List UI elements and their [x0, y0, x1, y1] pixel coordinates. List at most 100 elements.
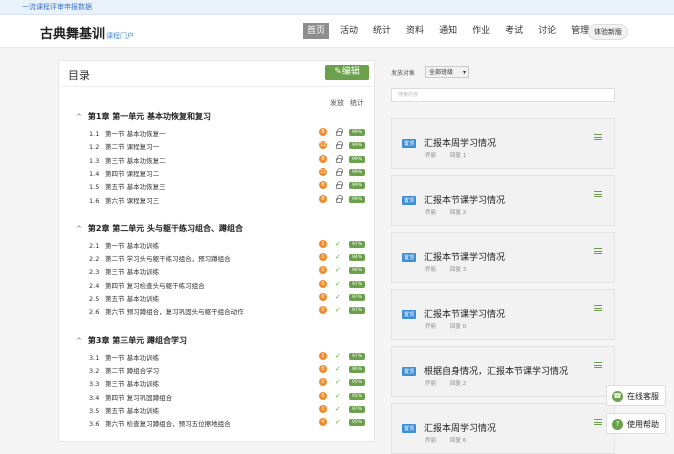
lock-icon[interactable] — [336, 194, 343, 203]
announcement-link[interactable]: 一流课程评审申报数据 — [22, 3, 92, 11]
menu-icon[interactable] — [594, 191, 602, 197]
completion-percent: 99% — [349, 142, 365, 150]
task-count-badge: 8 — [319, 154, 327, 163]
card-title[interactable]: 根据自身情况，汇报本节课学习情况 — [424, 364, 568, 377]
published-check-icon[interactable]: ✓ — [335, 418, 341, 426]
lesson-number: 3.6 — [89, 420, 100, 429]
published-check-icon[interactable]: ✓ — [335, 392, 341, 400]
discussion-card[interactable]: 置顶 根据自身情况，汇报本节课学习情况 乔丽 回复 2 — [391, 346, 615, 397]
search-input[interactable]: 搜索内容 — [391, 88, 615, 102]
chapter-title[interactable]: ^ 第1章 第一单元 基本功恢复和复习 — [76, 111, 211, 122]
lesson-item[interactable]: 2.1 第一节 基本功训练 — [89, 240, 159, 250]
edit-button[interactable]: ✎编辑 — [325, 65, 369, 80]
task-count-badge: 0 — [319, 266, 327, 275]
scope-select[interactable]: 全部班级 — [425, 66, 469, 78]
discussion-card[interactable]: 置顶 汇报本节课学习情况 乔丽 回复 3 — [391, 232, 615, 283]
lock-icon[interactable] — [336, 141, 343, 150]
lock-icon[interactable] — [336, 167, 343, 176]
lesson-number: 1.1 — [89, 130, 100, 138]
collapse-caret-icon[interactable]: ^ — [76, 113, 82, 121]
lesson-title: 第五节 基本功恢复三 — [105, 183, 166, 192]
lesson-item[interactable]: 3.2 第二节 蹲组合学习 — [89, 365, 159, 375]
lesson-item[interactable]: 3.4 第四节 复习巩固蹲组合 — [89, 392, 172, 402]
course-brand[interactable]: 古典舞基训课程门户 — [40, 23, 134, 42]
published-check-icon[interactable]: ✓ — [335, 352, 341, 360]
menu-icon[interactable] — [594, 305, 602, 311]
menu-icon[interactable] — [594, 134, 602, 140]
published-check-icon[interactable]: ✓ — [335, 266, 341, 274]
trial-new-version-button[interactable]: 体验新版 — [588, 24, 628, 40]
nav-item[interactable]: 作业 — [468, 23, 494, 39]
published-check-icon[interactable]: ✓ — [335, 253, 341, 261]
lesson-item[interactable]: 3.1 第一节 基本功训练 — [89, 352, 159, 362]
card-title[interactable]: 汇报本周学习情况 — [424, 421, 496, 434]
completion-percent: 97% — [349, 405, 365, 413]
lesson-title: 第六节 预习蹲组合，复习巩固头与躯干组合动作 — [105, 308, 244, 317]
discussion-card[interactable]: 置顶 汇报本周学习情况乔丽 回复 1 — [391, 118, 615, 169]
online-service-button[interactable]: ☎ 在线客服 — [606, 385, 666, 406]
lesson-number: 3.1 — [89, 353, 100, 362]
discussion-card[interactable]: 置顶 汇报本节课学习情况 乔丽 回复 2 — [391, 175, 615, 226]
nav-item[interactable]: 考试 — [501, 23, 527, 39]
menu-icon[interactable] — [594, 248, 602, 254]
lesson-item[interactable]: 3.5 第五节 基本功训练 — [89, 405, 159, 415]
lesson-item[interactable]: 3.6 第六节 检查复习蹲组合，预习五位擦地组合 — [89, 418, 231, 428]
completion-percent: 97% — [349, 240, 365, 248]
card-title[interactable]: 汇报本节课学习情况 — [424, 250, 505, 263]
lesson-title: 第二节 学习头与躯干练习组合，预习蹲组合 — [105, 255, 231, 264]
completion-percent: 97% — [349, 280, 365, 288]
lesson-item[interactable]: 1.5 第五节 基本功恢复三 — [89, 181, 166, 191]
help-button[interactable]: ? 使用帮助 — [606, 413, 666, 434]
nav-item[interactable]: 活动 — [336, 23, 362, 39]
published-check-icon[interactable]: ✓ — [335, 280, 341, 288]
top-announcement-bar[interactable]: 一流课程评审申报数据 — [0, 0, 674, 15]
nav-item[interactable]: 首页 — [303, 23, 330, 39]
lesson-item[interactable]: 2.4 第四节 复习检查头与躯干练习组合 — [89, 280, 205, 290]
menu-icon[interactable] — [594, 419, 602, 425]
lesson-item[interactable]: 1.4 第四节 课程复习二 — [89, 168, 159, 178]
question-icon: ? — [612, 419, 623, 430]
lesson-item[interactable]: 1.1 第一节 基本功恢复一 — [89, 128, 166, 138]
menu-icon[interactable] — [594, 362, 602, 368]
chapter-title[interactable]: ^ 第2章 第二单元 头与躯干练习组合、蹲组合 — [76, 223, 243, 234]
completion-percent: 97% — [349, 352, 365, 360]
edit-icon: ✎ — [334, 67, 342, 77]
nav-item[interactable]: 资料 — [402, 23, 428, 39]
collapse-caret-icon[interactable]: ^ — [76, 337, 82, 345]
lesson-item[interactable]: 2.6 第六节 预习蹲组合，复习巩固头与躯干组合动作 — [89, 306, 244, 316]
lesson-title: 第四节 复习检查头与躯干练习组合 — [105, 281, 205, 290]
nav-item[interactable]: 统计 — [369, 23, 395, 39]
published-check-icon[interactable]: ✓ — [335, 365, 341, 373]
completion-percent: 95% — [349, 419, 365, 427]
lock-icon[interactable] — [336, 181, 343, 190]
nav-item[interactable]: 通知 — [435, 23, 461, 39]
lesson-item[interactable]: 2.2 第二节 学习头与躯干练习组合，预习蹲组合 — [89, 253, 231, 263]
lock-icon[interactable] — [336, 128, 343, 136]
lock-icon[interactable] — [336, 154, 343, 163]
card-title[interactable]: 汇报本节课学习情况 — [424, 307, 505, 320]
lesson-item[interactable]: 1.2 第二节 课程复习一 — [89, 141, 159, 151]
nav-item[interactable]: 讨论 — [534, 23, 560, 39]
lesson-item[interactable]: 3.3 第三节 基本功训练 — [89, 378, 159, 388]
published-check-icon[interactable]: ✓ — [335, 405, 341, 413]
published-check-icon[interactable]: ✓ — [335, 378, 341, 386]
completion-percent: 99% — [349, 129, 365, 136]
published-check-icon[interactable]: ✓ — [335, 293, 341, 301]
chapter-title[interactable]: ^ 第3章 第三单元 蹲组合学习 — [76, 335, 187, 346]
lesson-item[interactable]: 2.5 第五节 基本功训练 — [89, 293, 159, 303]
collapse-caret-icon[interactable]: ^ — [76, 225, 82, 233]
published-check-icon[interactable]: ✓ — [335, 240, 341, 248]
pinned-tag: 置顶 — [402, 139, 417, 148]
lesson-item[interactable]: 1.6 第六节 课程复习三 — [89, 195, 159, 205]
lesson-item[interactable]: 1.3 第三节 基本功恢复二 — [89, 155, 166, 165]
discussion-card[interactable]: 置顶 汇报本周学习情况 乔丽 回复 6 — [391, 403, 615, 454]
completion-percent: 99% — [349, 155, 365, 163]
card-title[interactable]: 汇报本节课学习情况 — [424, 193, 505, 206]
completion-percent: 94% — [349, 254, 365, 262]
lesson-item[interactable]: 2.3 第三节 基本功训练 — [89, 266, 159, 276]
task-count-badge: 0 — [319, 293, 327, 301]
published-check-icon[interactable]: ✓ — [335, 306, 341, 314]
card-meta: 乔丽 回复 1 — [425, 151, 480, 159]
card-title[interactable]: 汇报本周学习情况 — [424, 136, 496, 149]
discussion-card[interactable]: 置顶 汇报本节课学习情况 乔丽 回复 0 — [391, 289, 615, 340]
